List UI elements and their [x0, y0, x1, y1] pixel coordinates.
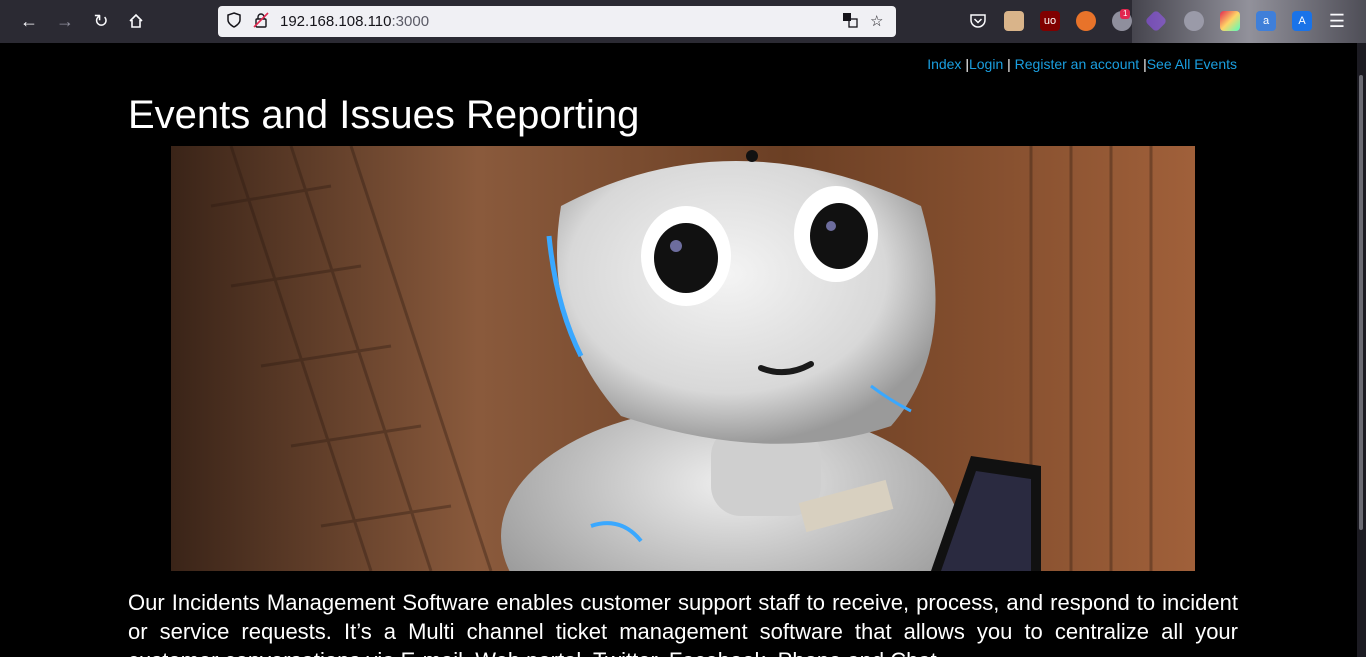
extension-color-icon[interactable] [1220, 11, 1240, 31]
shield-icon[interactable] [226, 12, 242, 32]
nav-separator: | [961, 56, 969, 72]
extension-ball-icon[interactable] [1076, 11, 1096, 31]
url-text[interactable]: 192.168.108.110:3000 [280, 13, 429, 30]
extension-badge: 1 [1120, 9, 1131, 19]
top-nav: Index |Login | Register an account |See … [927, 56, 1237, 72]
nav-separator: | [1139, 56, 1147, 72]
scrollbar[interactable] [1357, 43, 1366, 657]
forward-icon[interactable]: → [50, 6, 80, 36]
home-icon[interactable] [121, 6, 151, 36]
nav-index-link[interactable]: Index [927, 56, 961, 72]
nav-register-link[interactable]: Register an account [1015, 56, 1140, 72]
back-icon[interactable]: ← [14, 6, 44, 36]
reload-icon[interactable]: ↻ [86, 6, 116, 36]
ublock-icon[interactable]: uo [1040, 11, 1060, 31]
google-translate-icon[interactable]: A [1292, 11, 1312, 31]
menu-icon[interactable]: ☰ [1322, 6, 1352, 36]
star-icon[interactable]: ☆ [870, 12, 883, 30]
page-content: Index |Login | Register an account |See … [5, 43, 1357, 657]
browser-toolbar: ← → ↻ 192.168.108.110:3000 ☆ uo 1 a A ☰ [0, 0, 1366, 43]
scrollbar-thumb[interactable] [1359, 75, 1363, 530]
pocket-icon[interactable] [968, 11, 988, 31]
insecure-lock-icon[interactable] [253, 12, 269, 32]
extension-translate-icon[interactable]: a [1256, 11, 1276, 31]
nav-separator: | [1003, 56, 1015, 72]
nav-login-link[interactable]: Login [969, 56, 1003, 72]
page-title: Events and Issues Reporting [128, 93, 640, 137]
nav-events-link[interactable]: See All Events [1147, 56, 1237, 72]
hero-robot-image [171, 146, 1195, 571]
url-bar[interactable]: 192.168.108.110:3000 ☆ [218, 6, 896, 37]
intro-paragraph: Our Incidents Management Software enable… [128, 590, 1238, 657]
extension-mustache-icon[interactable] [1004, 11, 1024, 31]
extension-user-icon[interactable] [1184, 11, 1204, 31]
translate-icon[interactable] [842, 12, 858, 32]
